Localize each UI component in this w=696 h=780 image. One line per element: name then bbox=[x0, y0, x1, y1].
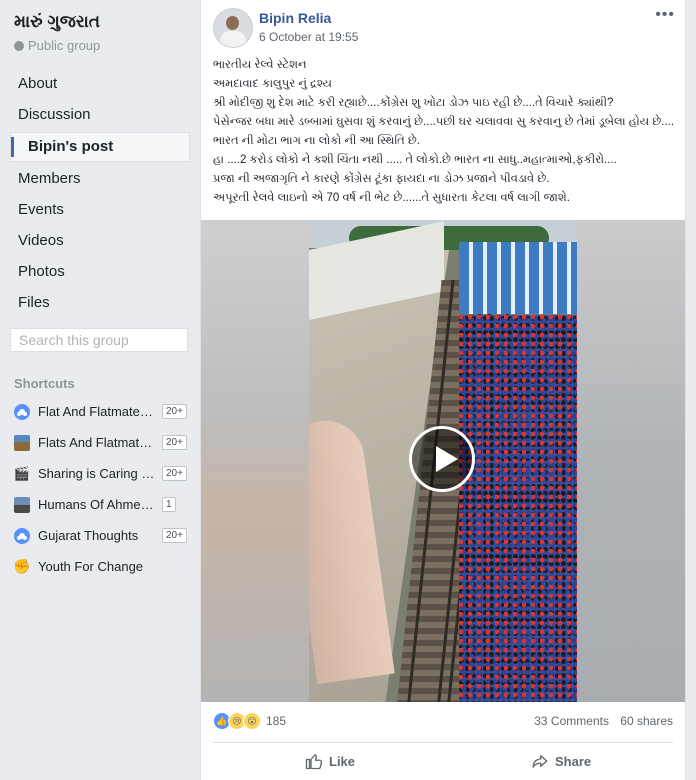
post-author[interactable]: Bipin Relia bbox=[259, 10, 331, 26]
notification-badge: 1 bbox=[162, 497, 176, 512]
group-privacy: Public group bbox=[14, 38, 100, 53]
notification-badge: 20+ bbox=[162, 466, 187, 481]
nav-item-files[interactable]: Files bbox=[10, 289, 190, 317]
shortcut-item[interactable]: Gujarat Thoughts 20+ bbox=[14, 520, 188, 551]
globe-icon bbox=[14, 41, 24, 51]
divider bbox=[213, 742, 673, 743]
share-button-label: Share bbox=[555, 753, 592, 769]
reactions-count: 185 bbox=[266, 714, 287, 728]
nav-item-photos[interactable]: Photos bbox=[10, 258, 190, 286]
more-options-icon[interactable]: ••• bbox=[655, 6, 675, 24]
group-icon bbox=[14, 527, 30, 544]
post-line: હા ....2 કરોડ લોકો ને કશી ચિંતા નથી ....… bbox=[213, 154, 617, 166]
shortcut-item[interactable]: 🎬 Sharing is Caring - ... 20+ bbox=[14, 458, 188, 489]
group-icon bbox=[14, 403, 30, 420]
post-line: ભારતીય રેલ્વે સ્ટેશન bbox=[213, 59, 307, 71]
post-line: ભારત ની મોટા ભાગ ના લોકો ની આ સ્થિતિ છે. bbox=[213, 135, 420, 147]
group-sidebar: મારું ગુજરાત Public group About Discussi… bbox=[0, 0, 200, 780]
shortcut-label: Youth For Change bbox=[38, 559, 144, 574]
group-photo-icon bbox=[14, 496, 30, 513]
group-search-input[interactable] bbox=[10, 328, 188, 352]
post-body: ભારતીય રેલ્વે સ્ટેશન અમદાવાદ કાલુપુર નું… bbox=[213, 56, 675, 208]
shortcut-label: Sharing is Caring - ... bbox=[38, 466, 156, 481]
raised-fist-icon: ✊ bbox=[13, 558, 31, 574]
shortcuts-heading: Shortcuts bbox=[14, 376, 75, 391]
shortcut-label: Flats And Flatmate... bbox=[38, 435, 156, 450]
video-blur-right bbox=[577, 220, 685, 702]
post-line: પ્રજા ની અજાગૃતિ ને કારણે કોંગ્રેસ ટૂંકા… bbox=[213, 173, 550, 185]
reactions-summary[interactable]: 👍 😢 😮 185 bbox=[213, 712, 286, 730]
shortcut-item[interactable]: ✊ Youth For Change bbox=[13, 551, 188, 582]
wow-reaction-icon: 😮 bbox=[243, 712, 261, 730]
share-arrow-icon bbox=[532, 755, 548, 768]
post-line: અમદાવાદ કાલુપુર નું દ્રશ્ય bbox=[213, 78, 332, 90]
post-timestamp[interactable]: 6 October at 19:55 bbox=[259, 30, 358, 44]
like-button[interactable]: Like bbox=[305, 752, 355, 770]
video-player[interactable] bbox=[201, 220, 685, 702]
avatar-body bbox=[220, 31, 246, 47]
shortcut-item[interactable]: Flats And Flatmate... 20+ bbox=[14, 427, 188, 458]
like-button-label: Like bbox=[329, 753, 356, 769]
clapperboard-icon: 🎬 bbox=[13, 465, 31, 481]
engagement-counts: 33 Comments 60 shares bbox=[526, 714, 673, 728]
author-avatar[interactable] bbox=[213, 8, 253, 48]
shortcut-item[interactable]: Flat And Flatmates ... 20+ bbox=[14, 396, 188, 427]
avatar-head bbox=[226, 16, 239, 30]
nav-item-members[interactable]: Members bbox=[10, 165, 190, 193]
play-icon[interactable] bbox=[409, 426, 475, 492]
group-privacy-label: Public group bbox=[28, 38, 101, 53]
shares-count-link[interactable]: 60 shares bbox=[620, 714, 673, 728]
notification-badge: 20+ bbox=[162, 528, 187, 543]
comments-count-link[interactable]: 33 Comments bbox=[534, 714, 609, 728]
group-photo-icon bbox=[14, 434, 30, 451]
group-nav: About Discussion Bipin's post Members Ev… bbox=[10, 70, 190, 320]
video-roof-right bbox=[459, 242, 577, 314]
nav-item-videos[interactable]: Videos bbox=[10, 227, 190, 255]
nav-item-events[interactable]: Events bbox=[10, 196, 190, 224]
video-blur-left bbox=[201, 220, 309, 702]
post-line: અપૂરતી રેલવે લાઇનો એ 70 વર્ષ ની ભેટ છે..… bbox=[213, 192, 570, 204]
group-title[interactable]: મારું ગુજરાત bbox=[14, 12, 100, 32]
video-crowd bbox=[459, 315, 577, 702]
nav-item-bipins-post[interactable]: Bipin's post bbox=[10, 132, 190, 162]
post-line: શ્રી મોદીજી શુ દેશ માટે કરી રહ્યાછે....ક… bbox=[213, 97, 614, 109]
shortcut-label: Gujarat Thoughts bbox=[38, 528, 139, 543]
notification-badge: 20+ bbox=[162, 435, 187, 450]
shortcut-label: Flat And Flatmates ... bbox=[38, 404, 156, 419]
shortcut-label: Humans Of Ahmedab... bbox=[38, 497, 156, 512]
notification-badge: 20+ bbox=[162, 404, 187, 419]
post-line: પેસેન્જર બધા મારે ડબ્બામાં ઘુસવા શું કરવ… bbox=[213, 116, 675, 128]
nav-item-about[interactable]: About bbox=[10, 70, 190, 98]
shortcuts-list: Flat And Flatmates ... 20+ Flats And Fla… bbox=[13, 396, 188, 582]
share-button[interactable]: Share bbox=[531, 752, 591, 770]
post-card: Bipin Relia 6 October at 19:55 ••• ભારતી… bbox=[200, 0, 686, 780]
thumbs-up-icon bbox=[305, 754, 323, 770]
nav-item-discussion[interactable]: Discussion bbox=[10, 101, 190, 129]
shortcut-item[interactable]: Humans Of Ahmedab... 1 bbox=[14, 489, 188, 520]
